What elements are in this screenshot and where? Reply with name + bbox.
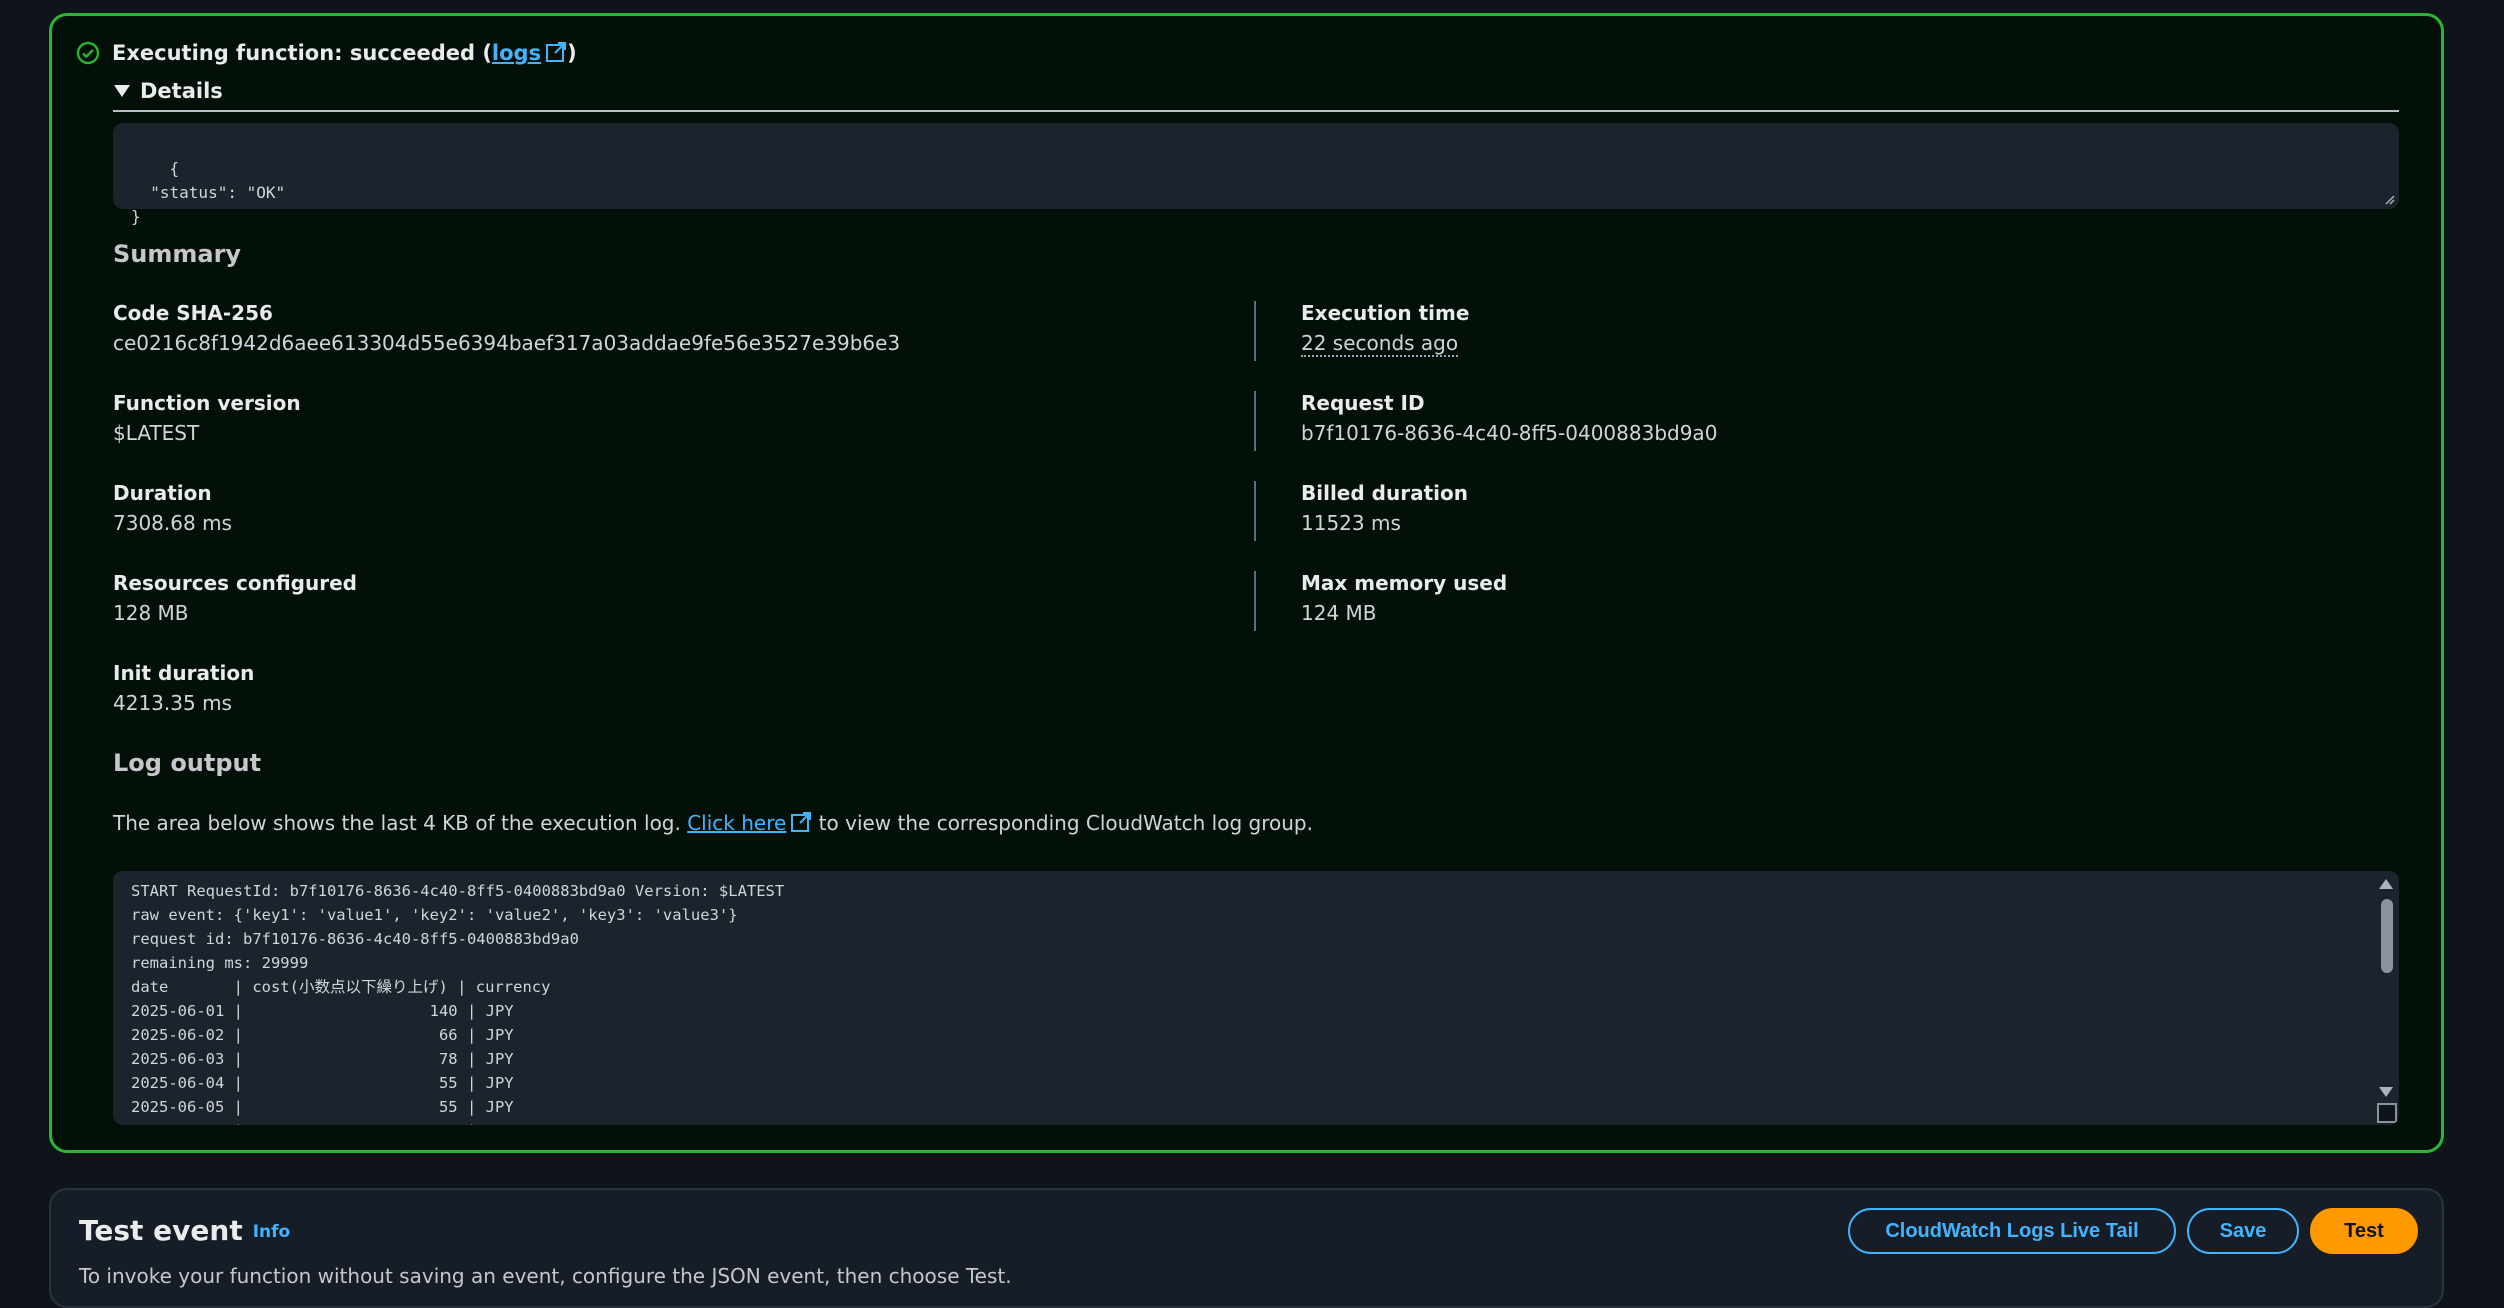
billed-duration-label: Billed duration <box>1301 481 1468 505</box>
max-memory-value: 124 MB <box>1301 601 1377 625</box>
request-id-value: b7f10176-8636-4c40-8ff5-0400883bd9a0 <box>1301 421 1718 445</box>
execution-result-panel: Executing function: succeeded (logs) Det… <box>49 13 2444 1153</box>
init-duration-value: 4213.35 ms <box>113 691 232 715</box>
execution-time-value[interactable]: 22 seconds ago <box>1301 331 1459 357</box>
resize-grip-icon[interactable] <box>2377 1103 2397 1123</box>
response-json-text: { "status": "OK" } <box>131 159 286 226</box>
resources-label: Resources configured <box>113 571 357 595</box>
init-duration-label: Init duration <box>113 661 255 685</box>
column-divider <box>1254 481 1256 541</box>
scroll-down-arrow-icon[interactable] <box>2379 1087 2393 1097</box>
log-output-box[interactable]: START RequestId: b7f10176-8636-4c40-8ff5… <box>113 871 2399 1125</box>
resources-value: 128 MB <box>113 601 189 625</box>
scroll-up-arrow-icon[interactable] <box>2379 879 2393 889</box>
test-event-title: Test event Info <box>79 1214 290 1247</box>
details-toggle[interactable]: Details <box>114 76 223 106</box>
scroll-thumb[interactable] <box>2381 899 2393 973</box>
execution-time-label: Execution time <box>1301 301 1470 325</box>
details-label: Details <box>140 79 223 103</box>
billed-duration-value: 11523 ms <box>1301 511 1401 535</box>
save-button[interactable]: Save <box>2187 1208 2299 1254</box>
response-json-output[interactable]: { "status": "OK" } <box>113 123 2399 226</box>
resize-grip-icon[interactable] <box>2383 193 2395 205</box>
test-event-heading: Test event <box>79 1214 243 1247</box>
log-desc-suffix: to view the corresponding CloudWatch log… <box>818 811 1313 835</box>
function-version-value: $LATEST <box>113 421 200 445</box>
request-id-label: Request ID <box>1301 391 1425 415</box>
log-output-heading: Log output <box>113 749 262 777</box>
status-text: Executing function: succeeded ( <box>112 41 492 65</box>
request-id-item: Request ID b7f10176-8636-4c40-8ff5-04008… <box>1301 388 1717 448</box>
log-scrollbar[interactable] <box>2375 871 2399 1125</box>
test-event-panel: Test event Info To invoke your function w… <box>49 1188 2444 1308</box>
details-divider <box>113 110 2399 112</box>
execution-status: Executing function: succeeded (logs) <box>76 38 577 68</box>
max-memory-item: Max memory used 124 MB <box>1301 568 1507 628</box>
duration-value: 7308.68 ms <box>113 511 232 535</box>
external-link-icon[interactable] <box>790 811 812 833</box>
code-sha-value: ce0216c8f1942d6aee613304d55e6394baef317a… <box>113 331 901 355</box>
cloudwatch-live-tail-button[interactable]: CloudWatch Logs Live Tail <box>1848 1208 2176 1254</box>
function-version-item: Function version $LATEST <box>113 388 301 448</box>
column-divider <box>1254 301 1256 361</box>
cloudwatch-log-group-link[interactable]: Click here <box>687 811 786 835</box>
log-output-text: START RequestId: b7f10176-8636-4c40-8ff5… <box>131 882 785 1125</box>
info-link[interactable]: Info <box>253 1222 291 1242</box>
column-divider <box>1254 571 1256 631</box>
summary-heading: Summary <box>113 240 242 268</box>
column-divider <box>1254 391 1256 451</box>
execution-time-item: Execution time 22 seconds ago <box>1301 298 1469 358</box>
code-sha-item: Code SHA-256 ce0216c8f1942d6aee613304d55… <box>113 298 900 358</box>
log-desc-text: The area below shows the last 4 KB of th… <box>113 811 681 835</box>
caret-down-icon <box>114 85 130 97</box>
max-memory-label: Max memory used <box>1301 571 1508 595</box>
duration-item: Duration 7308.68 ms <box>113 478 232 538</box>
log-description: The area below shows the last 4 KB of th… <box>113 808 1313 838</box>
code-sha-label: Code SHA-256 <box>113 301 273 325</box>
status-close-paren: ) <box>567 41 577 65</box>
test-button[interactable]: Test <box>2310 1208 2418 1254</box>
external-link-icon[interactable] <box>545 41 567 63</box>
logs-link[interactable]: logs <box>492 41 541 65</box>
duration-label: Duration <box>113 481 212 505</box>
success-check-icon <box>76 41 100 65</box>
function-version-label: Function version <box>113 391 301 415</box>
test-event-description: To invoke your function without saving a… <box>79 1264 1012 1288</box>
resources-item: Resources configured 128 MB <box>113 568 357 628</box>
billed-duration-item: Billed duration 11523 ms <box>1301 478 1468 538</box>
init-duration-item: Init duration 4213.35 ms <box>113 658 254 718</box>
